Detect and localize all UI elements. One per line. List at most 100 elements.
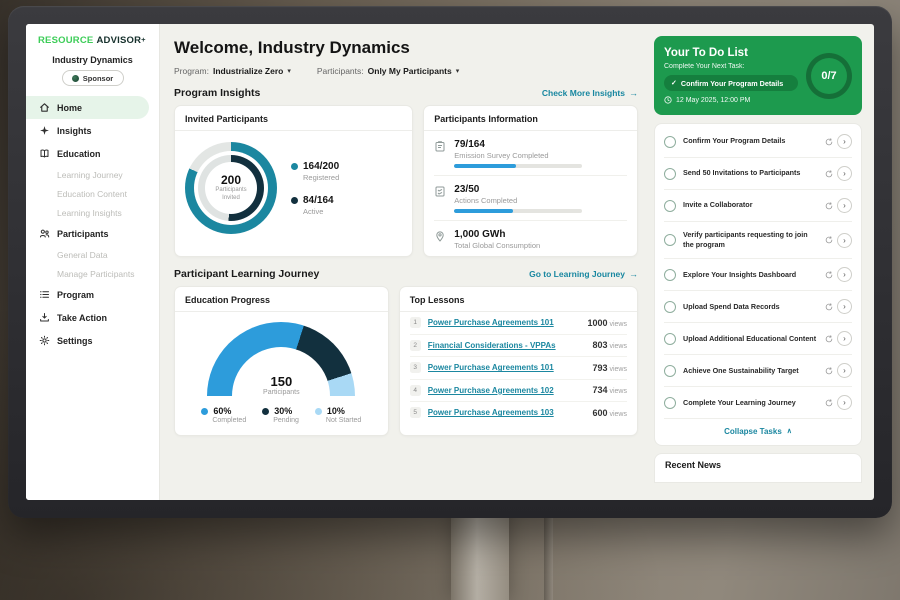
chevron-right-icon: › <box>843 302 846 311</box>
views-count: 803 <box>592 340 607 350</box>
task-row-upload-educational-content[interactable]: Upload Additional Educational Content › <box>664 323 852 355</box>
due-time-label: 12 May 2025, 12:00 PM <box>676 97 750 104</box>
legend-label: Registered <box>303 173 339 182</box>
task-row-verify-participants[interactable]: Verify participants requesting to join t… <box>664 222 852 259</box>
task-label: Verify participants requesting to join t… <box>683 230 818 250</box>
views-count: 600 <box>592 408 607 418</box>
check-icon: ✓ <box>671 79 677 87</box>
task-chevron-button[interactable]: › <box>837 267 852 282</box>
sidebar-subitem-label: Learning Insights <box>57 208 122 218</box>
task-checkbox[interactable] <box>664 301 676 313</box>
sidebar-item-general-data[interactable]: General Data <box>26 245 159 264</box>
task-label: Confirm Your Program Details <box>683 136 818 146</box>
sidebar-item-take-action[interactable]: Take Action <box>26 306 159 329</box>
views-count: 1000 <box>587 318 607 328</box>
lesson-link[interactable]: Power Purchase Agreements 103 <box>428 408 586 417</box>
info-row-consumption: 1,000 GWh Total Global Consumption <box>434 229 627 250</box>
program-filter[interactable]: Program: Industrialize Zero ▾ <box>174 66 291 76</box>
donut-center-label: Participants Invited <box>209 187 253 203</box>
legend-item-registered: 164/200 Registered <box>291 161 339 182</box>
collapse-tasks-label: Collapse Tasks <box>724 427 782 436</box>
task-row-achieve-sustainability-target[interactable]: Achieve One Sustainability Target › <box>664 355 852 387</box>
task-row-complete-learning-journey[interactable]: Complete Your Learning Journey › <box>664 387 852 419</box>
top-lessons-card: Top Lessons 1 Power Purchase Agreements … <box>399 286 638 436</box>
lesson-views: 734views <box>592 385 627 395</box>
task-checkbox[interactable] <box>664 269 676 281</box>
lesson-link[interactable]: Financial Considerations - VPPAs <box>428 341 586 350</box>
task-chevron-button[interactable]: › <box>837 166 852 181</box>
task-checkbox[interactable] <box>664 136 676 148</box>
sidebar-item-home[interactable]: Home <box>26 96 149 119</box>
collapse-tasks-link[interactable]: Collapse Tasks ∧ <box>664 419 852 442</box>
task-row-upload-spend-data[interactable]: Upload Spend Data Records › <box>664 291 852 323</box>
task-chevron-button[interactable]: › <box>837 395 852 410</box>
sidebar-item-participants[interactable]: Participants <box>26 222 159 245</box>
legend-value: 10% <box>327 406 345 416</box>
task-row-invite-collaborator[interactable]: Invite a Collaborator › <box>664 190 852 222</box>
lesson-link[interactable]: Power Purchase Agreements 101 <box>428 363 586 372</box>
refresh-icon <box>825 335 833 343</box>
legend-value: 60% <box>213 406 231 416</box>
lesson-link[interactable]: Power Purchase Agreements 101 <box>428 318 581 327</box>
next-task-chip[interactable]: ✓ Confirm Your Program Details <box>664 75 798 91</box>
sidebar-subitem-label: Education Content <box>57 189 127 199</box>
views-count: 793 <box>592 363 607 373</box>
donut-legend: 164/200 Registered 84/164 Active <box>291 161 339 216</box>
refresh-icon <box>825 303 833 311</box>
task-checkbox[interactable] <box>664 200 676 212</box>
sidebar-item-education[interactable]: Education <box>26 142 159 165</box>
sponsor-badge[interactable]: Sponsor <box>62 70 124 86</box>
arrow-right-icon: → <box>629 88 638 98</box>
refresh-icon <box>825 170 833 178</box>
sidebar-item-manage-participants[interactable]: Manage Participants <box>26 264 159 283</box>
task-chevron-button[interactable]: › <box>837 299 852 314</box>
program-insights-cards: Invited Participants 200 Participants In… <box>174 105 638 257</box>
participants-filter[interactable]: Participants: Only My Participants ▾ <box>317 66 459 76</box>
views-suffix: views <box>609 343 627 350</box>
task-chevron-button[interactable]: › <box>837 363 852 378</box>
sidebar-item-learning-insights[interactable]: Learning Insights <box>26 203 159 222</box>
home-icon <box>38 102 50 113</box>
task-label: Complete Your Learning Journey <box>683 398 818 408</box>
task-chevron-button[interactable]: › <box>837 233 852 248</box>
go-to-learning-journey-link[interactable]: Go to Learning Journey → <box>529 269 638 279</box>
sidebar-item-label: Participants <box>57 229 109 239</box>
sidebar-item-label: Settings <box>57 336 93 346</box>
refresh-icon <box>825 399 833 407</box>
info-label: Actions Completed <box>454 196 582 205</box>
task-row-confirm-program[interactable]: Confirm Your Program Details › <box>664 126 852 158</box>
task-chevron-button[interactable]: › <box>837 198 852 213</box>
lesson-rank: 1 <box>410 317 421 328</box>
task-chevron-button[interactable]: › <box>837 331 852 346</box>
task-row-explore-insights[interactable]: Explore Your Insights Dashboard › <box>664 259 852 291</box>
views-suffix: views <box>609 411 627 418</box>
task-checkbox[interactable] <box>664 234 676 246</box>
education-progress-card: Education Progress 150 Participants <box>174 286 389 436</box>
program-filter-value: Industrialize Zero <box>213 66 283 76</box>
lesson-views: 793views <box>592 363 627 373</box>
check-more-insights-link[interactable]: Check More Insights → <box>542 88 638 98</box>
task-label: Achieve One Sustainability Target <box>683 366 818 376</box>
task-checkbox[interactable] <box>664 333 676 345</box>
views-suffix: views <box>609 366 627 373</box>
divider <box>175 311 388 312</box>
sidebar-item-education-content[interactable]: Education Content <box>26 184 159 203</box>
scene-background: RESOURCEADVISOR+ Industry Dynamics Spons… <box>0 0 900 600</box>
legend-item-pending: 30% Pending <box>262 406 299 424</box>
task-checkbox[interactable] <box>664 397 676 409</box>
sidebar-item-settings[interactable]: Settings <box>26 329 159 352</box>
task-label: Upload Spend Data Records <box>683 302 818 312</box>
todo-tasks-card: Confirm Your Program Details › Send 50 I… <box>654 123 862 446</box>
sidebar-item-program[interactable]: Program <box>26 283 159 306</box>
task-checkbox[interactable] <box>664 365 676 377</box>
sidebar-item-learning-journey[interactable]: Learning Journey <box>26 165 159 184</box>
task-row-send-invitations[interactable]: Send 50 Invitations to Participants › <box>664 158 852 190</box>
clock-icon <box>664 96 672 104</box>
recent-news-card[interactable]: Recent News <box>654 453 862 483</box>
sidebar-item-insights[interactable]: Insights <box>26 119 159 142</box>
task-checkbox[interactable] <box>664 168 676 180</box>
lesson-link[interactable]: Power Purchase Agreements 102 <box>428 386 586 395</box>
participants-filter-value: Only My Participants <box>368 66 452 76</box>
sponsor-label: Sponsor <box>83 74 113 83</box>
task-chevron-button[interactable]: › <box>837 134 852 149</box>
